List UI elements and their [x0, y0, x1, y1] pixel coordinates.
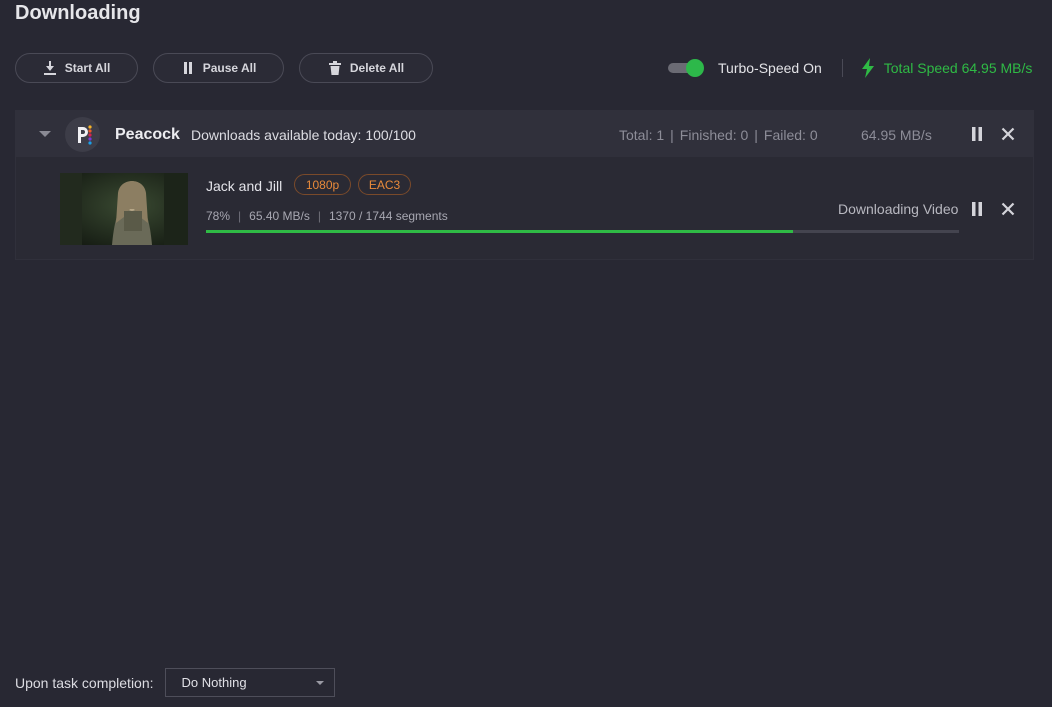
video-thumbnail	[60, 173, 188, 245]
trash-icon	[328, 61, 341, 75]
stats-separator: |	[238, 209, 242, 223]
group-pause-button[interactable]	[967, 124, 987, 144]
download-item: Jack and Jill 1080p EAC3 78% | 65.40 MB/…	[16, 157, 1033, 260]
group-name: Peacock	[115, 126, 180, 143]
progress-fill	[206, 230, 794, 233]
stats-separator: |	[754, 127, 758, 143]
progress-bar	[206, 230, 959, 233]
audio-codec-badge: EAC3	[358, 174, 411, 195]
stats-separator: |	[317, 209, 321, 223]
group-stats: Total: 1 | Finished: 0 | Failed: 0	[619, 127, 818, 143]
group-total: Total: 1	[619, 127, 665, 143]
resolution-badge: 1080p	[294, 174, 351, 195]
completion-selected-value: Do Nothing	[181, 675, 247, 690]
close-icon	[1001, 202, 1015, 216]
start-all-button[interactable]: Start All	[15, 53, 138, 83]
item-close-button[interactable]	[998, 199, 1018, 219]
delete-all-label: Delete All	[349, 61, 405, 75]
group-close-button[interactable]	[998, 124, 1018, 144]
pause-all-button[interactable]: Pause All	[153, 53, 284, 83]
download-status: Downloading Video	[838, 201, 959, 217]
item-pause-button[interactable]	[967, 199, 987, 219]
group-header: Peacock Downloads available today: 100/1…	[16, 111, 1033, 157]
pause-all-label: Pause All	[202, 61, 257, 75]
turbo-speed-area: Turbo-Speed On Total Speed 64.95 MB/s	[668, 58, 1032, 78]
toolbar: Start All Pause All Delete All	[15, 53, 433, 83]
video-title: Jack and Jill	[206, 178, 283, 194]
total-speed-text: Total Speed 64.95 MB/s	[883, 60, 1033, 76]
completion-action-select[interactable]: Do Nothing	[164, 668, 335, 697]
toggle-knob	[686, 59, 704, 77]
download-speed: 65.40 MB/s	[249, 209, 310, 223]
stats-separator: |	[670, 127, 674, 143]
chevron-down-icon	[315, 681, 324, 685]
lightning-icon	[861, 58, 874, 78]
group-speed: 64.95 MB/s	[861, 127, 932, 143]
turbo-speed-toggle[interactable]	[668, 58, 704, 78]
pause-icon	[972, 127, 982, 141]
pause-icon	[183, 62, 192, 74]
delete-all-button[interactable]: Delete All	[299, 53, 433, 83]
download-icon	[43, 61, 56, 75]
progress-stats: 78% | 65.40 MB/s | 1370 / 1744 segments	[206, 209, 448, 223]
group-finished: Finished: 0	[679, 127, 749, 143]
divider	[841, 59, 843, 77]
segments-count: 1370 / 1744 segments	[328, 209, 448, 223]
pause-icon	[972, 202, 982, 216]
completion-options: Upon task completion: Do Nothing	[15, 668, 335, 697]
download-group-peacock: Peacock Downloads available today: 100/1…	[15, 110, 1034, 260]
peacock-logo-icon	[65, 117, 100, 152]
completion-label: Upon task completion:	[15, 674, 154, 691]
turbo-speed-label: Turbo-Speed On	[718, 60, 822, 76]
start-all-label: Start All	[64, 61, 111, 75]
group-quota: Downloads available today: 100/100	[191, 127, 416, 143]
collapse-caret-icon[interactable]	[39, 131, 51, 137]
close-icon	[1001, 127, 1015, 141]
group-failed: Failed: 0	[763, 127, 818, 143]
total-speed: Total Speed 64.95 MB/s	[861, 58, 1033, 78]
page-title: Downloading	[15, 2, 141, 24]
progress-percent: 78%	[206, 209, 231, 223]
